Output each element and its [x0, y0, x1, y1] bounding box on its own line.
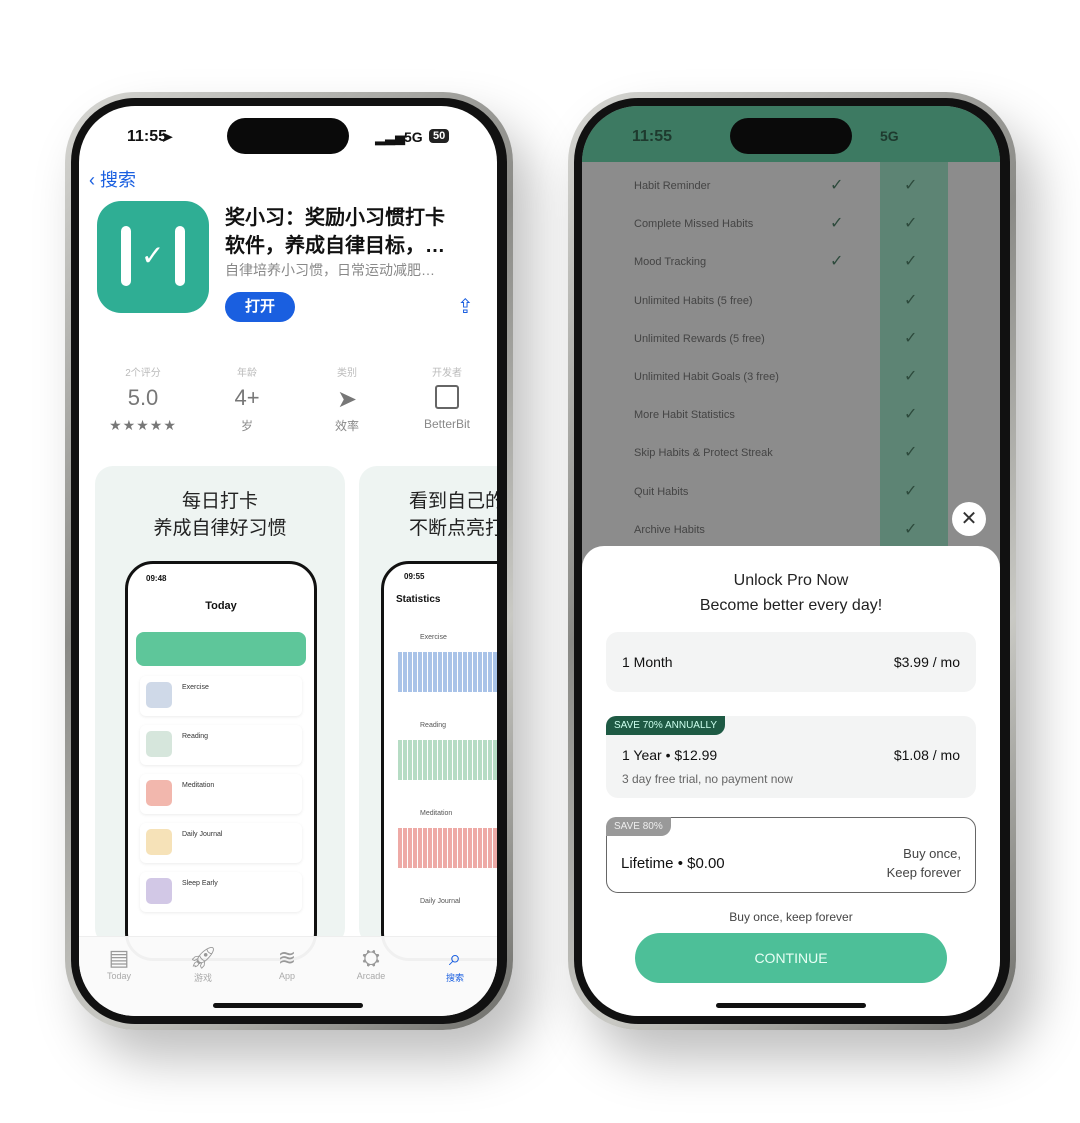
share-icon[interactable]: ⇪ — [457, 294, 474, 319]
habit-row: Daily Journal — [140, 823, 302, 863]
tab-games[interactable]: 🚀︎ 游戏 — [173, 945, 233, 984]
rocket-icon: 🚀︎ — [189, 945, 217, 970]
app-title: 奖小习：奖励小习惯打卡 软件，养成自律目标，… — [225, 207, 445, 257]
continue-button[interactable]: CONTINUE — [635, 933, 947, 983]
screenshot-card-2[interactable]: 看到自己的 不断点亮打 09:55 Statistics Exercise Rea… — [359, 466, 497, 961]
paywall-sheet: Unlock Pro Now Become better every day! … — [582, 546, 1000, 1016]
home-indicator — [213, 1003, 363, 1008]
paywall-screen: 11:55 5G Habit Reminder ✓ ✓ Complete Missed… — [582, 106, 1000, 1016]
stat-developer: 开发者 BetterBit — [397, 364, 497, 431]
search-icon: ⌕ — [448, 945, 462, 970]
pro-check-icon: ✓ — [904, 215, 918, 233]
heatmap — [398, 740, 497, 780]
feature-label: Mood Tracking — [634, 256, 707, 269]
mini-phone-statistics: 09:55 Statistics Exercise Reading Medita… — [381, 561, 497, 961]
app-store-screen: 11:55 ➤ ▂▃▅ 5G 50 ‹ 搜索 ✓ 奖小习：奖励小习惯打卡 软件，养… — [79, 106, 497, 1016]
pro-check-icon: ✓ — [904, 329, 918, 347]
pro-check-icon: ✓ — [904, 482, 918, 500]
feature-label: Unlimited Habit Goals (3 free) — [634, 371, 779, 383]
signal-icon: ▂▃▅ — [375, 130, 405, 145]
pro-check-icon: ✓ — [904, 177, 918, 194]
plan-monthly[interactable]: 1 Month $3.99 / mo — [606, 632, 976, 692]
joystick-icon: ⛭ — [362, 945, 380, 970]
habit-row: Sleep Early — [140, 872, 302, 912]
layers-icon: ≋ — [277, 945, 297, 970]
tab-today[interactable]: ▤ Today — [89, 945, 149, 981]
pro-check-icon: ✓ — [904, 368, 918, 385]
habit-row: Reading — [140, 725, 302, 765]
battery-icon: 50 — [429, 129, 450, 143]
app-subtitle: 自律培养小习惯，日常运动减肥… — [225, 262, 435, 278]
paper-plane-icon: ➤ — [336, 386, 358, 413]
feature-label: Skip Habits & Protect Streak — [634, 447, 773, 460]
dynamic-island — [730, 118, 852, 154]
screenshot-card-1[interactable]: 每日打卡 养成自律好习惯 09:48 Today Exercise Reading… — [95, 466, 345, 961]
free-check-icon: ✓ — [830, 177, 844, 194]
feature-label: Unlimited Habits (5 free) — [634, 294, 753, 307]
tab-arcade[interactable]: ⛭ Arcade — [341, 945, 401, 981]
home-indicator — [716, 1003, 866, 1008]
today-icon: ▤ — [108, 945, 130, 970]
plan-yearly[interactable]: SAVE 70% ANNUALLY 1 Year • $12.99 $1.08 … — [606, 716, 976, 798]
pro-check-icon: ✓ — [904, 406, 918, 424]
stat-category: 类别 ➤ 效率 — [297, 364, 397, 434]
feature-label: Archive Habits — [634, 523, 705, 536]
habit-row: Meditation — [140, 774, 302, 814]
check-icon: ✓ — [141, 240, 165, 271]
chevron-left-icon: ‹ — [89, 170, 95, 190]
feature-label: Quit Habits — [634, 485, 689, 498]
stat-rating: 2个评分 5.0 ★★★★★ — [109, 368, 177, 433]
tab-apps[interactable]: ≋ App — [257, 945, 317, 981]
right-phone: 11:55 5G Habit Reminder ✓ ✓ Complete Missed… — [568, 92, 1016, 1030]
pro-check-icon: ✓ — [904, 291, 918, 309]
heatmap — [398, 652, 497, 692]
back-button[interactable]: ‹ 搜索 — [89, 166, 136, 192]
free-check-icon: ✓ — [830, 253, 844, 271]
app-icon: ✓ — [97, 201, 209, 313]
save-badge: SAVE 70% ANNUALLY — [606, 716, 726, 735]
dynamic-island — [227, 118, 349, 154]
close-icon: ✕ — [960, 508, 978, 530]
status-time: 11:55 — [632, 128, 673, 145]
pro-check-icon: ✓ — [904, 520, 918, 538]
progress-banner — [136, 632, 306, 666]
tab-search[interactable]: ⌕ 搜索 — [425, 945, 485, 984]
paywall-subtitle: Become better every day! — [699, 597, 883, 614]
footnote: Buy once, keep forever — [729, 910, 853, 924]
location-icon: ➤ — [161, 129, 174, 146]
feature-label: Unlimited Rewards (5 free) — [634, 332, 765, 345]
pro-check-icon: ✓ — [904, 444, 918, 462]
status-network: 5G — [404, 129, 423, 145]
close-button[interactable]: ✕ — [952, 502, 986, 536]
save-badge: SAVE 80% — [606, 817, 671, 836]
tab-bar: ▤ Today 🚀︎ 游戏 ≋ App ⛭ Arcade ⌕ 搜索 — [79, 936, 497, 1016]
open-button[interactable]: 打开 — [225, 292, 295, 322]
heatmap — [398, 828, 497, 868]
mini-phone-today: 09:48 Today Exercise Reading Meditation … — [125, 561, 317, 961]
free-check-icon: ✓ — [830, 215, 844, 233]
left-phone: 11:55 ➤ ▂▃▅ 5G 50 ‹ 搜索 ✓ 奖小习：奖励小习惯打卡 软件，养… — [65, 92, 513, 1030]
plan-lifetime[interactable]: SAVE 80% Lifetime • $0.00 Buy once, Keep … — [606, 817, 976, 893]
feature-label: More Habit Statistics — [634, 409, 735, 422]
stat-age: 年龄 4+ 岁 — [234, 368, 260, 433]
feature-label: Habit Reminder — [634, 180, 711, 192]
habit-row: Exercise — [140, 676, 302, 716]
paywall-title: Unlock Pro Now — [733, 572, 849, 589]
developer-icon — [397, 385, 497, 413]
pro-check-icon: ✓ — [904, 253, 918, 271]
feature-label: Complete Missed Habits — [634, 218, 754, 231]
status-network: 5G — [880, 128, 899, 144]
